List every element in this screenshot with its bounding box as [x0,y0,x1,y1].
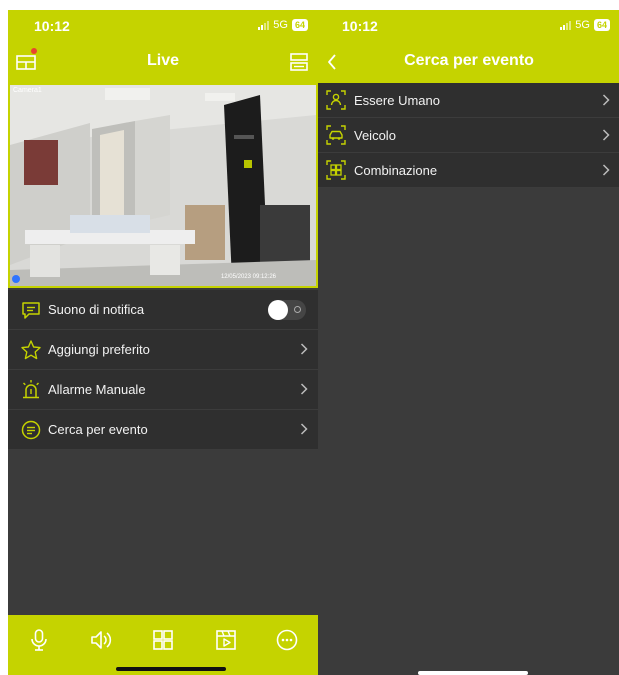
search-event-screen: 10:12 5G 64 Cerca per evento Essere Uman… [318,10,619,675]
message-icon [22,302,40,319]
menu-item-notification-sound: Suono di notifica [8,290,318,330]
camera-label: Camera1 [13,87,42,94]
camera-timestamp: 12/05/2023 09:12:26 [220,274,276,280]
live-screen: 10:12 5G 64 Live Camera1 12/05/2023 09:1… [8,10,318,675]
menu-item-label: Cerca per evento [48,422,148,437]
event-item-combination[interactable]: Combinazione [318,153,619,188]
menu-item-manual-alarm[interactable]: Allarme Manuale [8,370,318,410]
human-detect-icon [326,90,346,110]
menu-item-add-favorite[interactable]: Aggiungi preferito [8,330,318,370]
star-icon [21,340,41,360]
chevron-right-icon [602,164,610,176]
vehicle-detect-icon [326,125,346,145]
device-list-icon[interactable] [288,51,310,73]
camera-feed-image [10,85,316,286]
home-indicator [418,671,528,675]
speaker-icon[interactable] [88,627,114,653]
page-title: Live [146,52,179,69]
battery-icon: 64 [291,19,308,31]
chevron-right-icon [602,94,610,106]
nav-bar: Cerca per evento [318,40,619,83]
toggle-knob [268,300,288,320]
chevron-right-icon [602,129,610,141]
home-indicator [116,667,226,671]
battery-icon: 64 [593,19,610,31]
menu-item-label: Suono di notifica [48,302,145,317]
status-time: 10:12 [34,18,70,34]
menu-item-search-by-event[interactable]: Cerca per evento [8,410,318,450]
chevron-right-icon [300,343,308,355]
event-item-label: Combinazione [354,163,438,178]
network-type: 5G [575,19,590,31]
event-item-human[interactable]: Essere Umano [318,83,619,118]
page-title: Cerca per evento [404,52,534,69]
status-bar: 10:12 5G 64 [318,10,619,40]
camera-status-dot [12,275,20,283]
menu-item-label: Allarme Manuale [48,382,146,397]
notification-sound-toggle[interactable] [268,300,306,320]
signal-icon [560,20,572,30]
alarm-icon [23,380,39,399]
event-item-vehicle[interactable]: Veicolo [318,118,619,153]
status-time: 10:12 [342,18,378,34]
status-indicators: 5G 64 [560,19,610,31]
bottom-toolbar [8,615,318,675]
combination-icon [326,160,346,180]
network-type: 5G [273,19,288,31]
signal-icon [258,20,270,30]
status-indicators: 5G 64 [258,19,308,31]
nav-bar: Live [8,40,318,83]
playback-icon[interactable] [213,627,239,653]
header: 10:12 5G 64 Live [8,10,318,83]
more-icon[interactable] [274,627,300,653]
live-menu: Suono di notifica Aggiungi preferito All… [8,290,318,450]
event-item-label: Veicolo [354,128,396,143]
grid-icon[interactable] [150,627,176,653]
menu-item-label: Aggiungi preferito [48,342,150,357]
event-type-list: Essere Umano Veicolo Combinazione [318,83,619,188]
event-item-label: Essere Umano [354,93,440,108]
header: 10:12 5G 64 Cerca per evento [318,10,619,83]
microphone-icon[interactable] [26,627,52,653]
chevron-right-icon [300,423,308,435]
status-bar: 10:12 5G 64 [8,10,318,40]
search-event-icon [21,420,41,440]
chevron-right-icon [300,383,308,395]
camera-view[interactable]: Camera1 12/05/2023 09:12:26 [8,83,318,288]
toggle-off-indicator [294,306,301,313]
